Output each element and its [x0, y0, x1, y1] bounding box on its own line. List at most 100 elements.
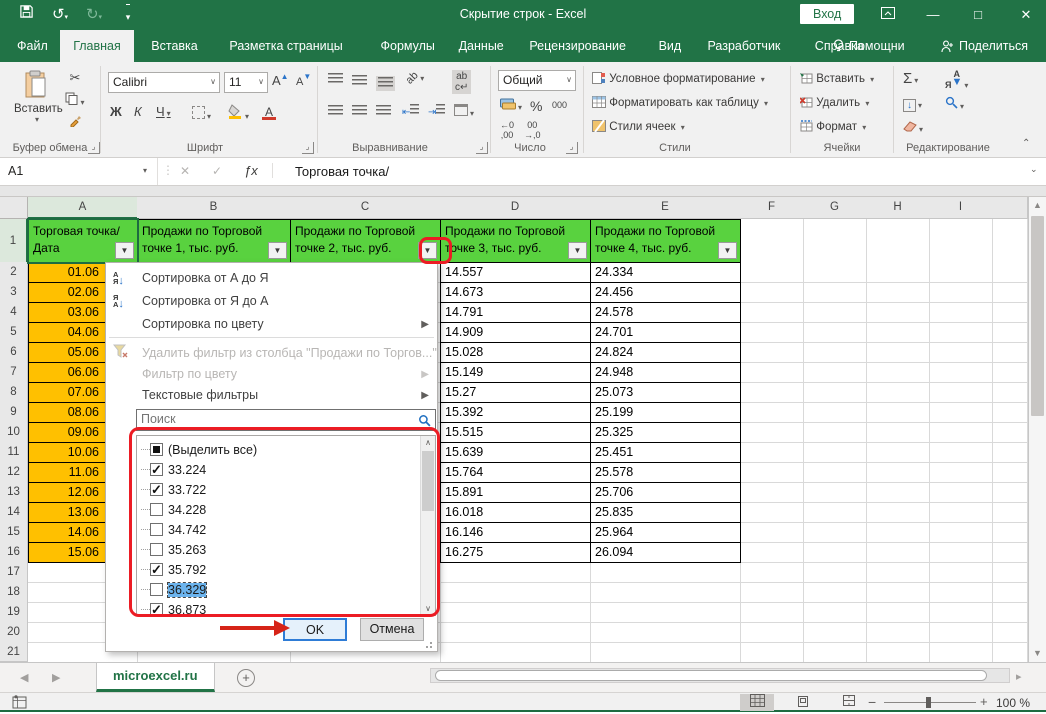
column-header-F[interactable]: F [740, 197, 804, 219]
data-cell-E8[interactable]: 25.073 [590, 382, 741, 403]
row-header-20[interactable]: 20 [0, 622, 28, 643]
row-header-21[interactable]: 21 [0, 642, 28, 662]
data-cell-E11[interactable]: 25.451 [590, 442, 741, 463]
filter-list-item[interactable]: 36.329 [141, 580, 421, 600]
formula-bar-splitter[interactable]: ⋮ [162, 163, 174, 177]
percent-style-icon[interactable]: % [530, 98, 542, 114]
column-header-A[interactable]: A [28, 197, 138, 219]
sign-in-button[interactable]: Вход [800, 4, 854, 24]
tab-данные[interactable]: Данные [446, 30, 517, 62]
row-header-15[interactable]: 15 [0, 522, 28, 543]
merge-center-icon[interactable]: ▾ [454, 104, 474, 119]
tab-разметка-страницы[interactable]: Разметка страницы [216, 30, 355, 62]
row-header-10[interactable]: 10 [0, 422, 28, 443]
tab-формулы[interactable]: Формулы [368, 30, 448, 62]
next-sheet-icon[interactable]: ▶ [52, 671, 60, 684]
delete-cells-button[interactable]: Удалить ▾ [800, 96, 869, 109]
data-cell-D6[interactable]: 15.028 [440, 342, 591, 363]
align-top-icon[interactable] [328, 72, 343, 87]
menu-item-4[interactable]: Фильтр по цвету▶ [106, 363, 437, 386]
bold-button[interactable]: Ж [110, 104, 122, 119]
add-sheet-icon[interactable]: + [237, 669, 255, 687]
checkbox-icon[interactable] [150, 443, 163, 456]
row-header-8[interactable]: 8 [0, 382, 28, 403]
decrease-indent-icon[interactable]: ⇤ [402, 104, 419, 118]
list-scroll-down-icon[interactable]: ∨ [421, 600, 435, 616]
data-cell-E2[interactable]: 24.334 [590, 262, 741, 283]
menu-item-0[interactable]: АЯ↓Сортировка от А до Я [106, 267, 437, 290]
tab-главная[interactable]: Главная [60, 30, 134, 62]
clipboard-dialog-launcher[interactable]: ⌟ [88, 142, 100, 154]
list-scroll-up-icon[interactable]: ∧ [421, 435, 435, 451]
vertical-scrollbar[interactable]: ▲ ▼ [1028, 197, 1046, 662]
row-header-4[interactable]: 4 [0, 302, 28, 323]
row-header-6[interactable]: 6 [0, 342, 28, 363]
number-dialog-launcher[interactable]: ⌟ [566, 142, 578, 154]
data-cell-E9[interactable]: 25.199 [590, 402, 741, 423]
data-cell-D12[interactable]: 15.764 [440, 462, 591, 483]
format-as-table-button[interactable]: Форматировать как таблицу ▾ [592, 96, 768, 109]
column-header-D[interactable]: D [440, 197, 591, 219]
alignment-dialog-launcher[interactable]: ⌟ [476, 142, 488, 154]
row-header-13[interactable]: 13 [0, 482, 28, 503]
format-painter-icon[interactable] [64, 114, 86, 130]
cancel-button[interactable]: Отмена [360, 618, 424, 641]
find-select-icon[interactable]: ▾ [945, 96, 964, 112]
select-all-corner[interactable] [0, 197, 28, 219]
data-cell-D11[interactable]: 15.639 [440, 442, 591, 463]
column-header-H[interactable]: H [866, 197, 930, 219]
page-break-view-button[interactable] [832, 694, 866, 711]
data-cell-D8[interactable]: 15.27 [440, 382, 591, 403]
borders-icon[interactable]: ▾ [192, 106, 211, 122]
hscroll-right-icon[interactable]: ▸ [1016, 670, 1022, 683]
row-header-1[interactable]: 1 [0, 219, 28, 263]
data-cell-E3[interactable]: 24.456 [590, 282, 741, 303]
font-size-select[interactable]: 11∨ [224, 72, 268, 93]
checkbox-icon[interactable]: ✓ [150, 603, 163, 616]
increase-decimal-icon[interactable]: ←0,00 [500, 120, 514, 140]
tab-вставка[interactable]: Вставка [138, 30, 210, 62]
row-header-17[interactable]: 17 [0, 562, 28, 583]
filter-search-input[interactable] [137, 410, 407, 428]
clear-icon[interactable]: ▾ [903, 120, 923, 135]
scroll-down-icon[interactable]: ▼ [1029, 645, 1046, 662]
row-header-18[interactable]: 18 [0, 582, 28, 603]
tab-разработчик[interactable]: Разработчик [695, 30, 794, 62]
filter-dropdown-B-icon[interactable]: ▼ [268, 242, 287, 259]
data-cell-D3[interactable]: 14.673 [440, 282, 591, 303]
data-cell-D10[interactable]: 15.515 [440, 422, 591, 443]
resize-grip[interactable] [425, 639, 435, 649]
menu-item-3[interactable]: Удалить фильтр из столбца "Продажи по То… [106, 342, 437, 365]
horizontal-scroll-thumb[interactable] [435, 670, 987, 681]
data-cell-E16[interactable]: 26.094 [590, 542, 741, 563]
zoom-slider-thumb[interactable] [926, 697, 931, 708]
ok-button[interactable]: OK [283, 618, 347, 641]
filter-list-item[interactable]: ✓36.873 [141, 600, 421, 616]
align-left-icon[interactable] [328, 104, 343, 119]
data-cell-E13[interactable]: 25.706 [590, 482, 741, 503]
filter-list-scrollbar[interactable]: ∧ ∨ [420, 436, 435, 615]
checkbox-icon[interactable]: ✓ [150, 463, 163, 476]
row-header-16[interactable]: 16 [0, 542, 28, 563]
data-cell-D15[interactable]: 16.146 [440, 522, 591, 543]
checkbox-icon[interactable] [150, 503, 163, 516]
page-layout-view-button[interactable] [786, 694, 820, 711]
checkbox-icon[interactable] [150, 543, 163, 556]
insert-cells-button[interactable]: Вставить ▾ [800, 72, 874, 85]
grow-font-icon[interactable]: А▲ [272, 72, 289, 88]
filter-list-item[interactable]: ✓33.224 [141, 460, 421, 480]
expand-formula-bar-icon[interactable]: ⌄ [1030, 164, 1038, 175]
filter-list-item[interactable]: (Выделить все) [141, 440, 421, 460]
orientation-icon[interactable]: ab▾ [406, 72, 424, 84]
comma-style-icon[interactable]: 000 [552, 100, 567, 110]
filter-search-box[interactable] [136, 409, 436, 431]
autosum-icon[interactable]: Σ▾ [903, 70, 918, 87]
vertical-scroll-thumb[interactable] [1031, 216, 1044, 416]
font-name-select[interactable]: Calibri∨ [108, 72, 220, 93]
decrease-decimal-icon[interactable]: 00→,0 [524, 120, 541, 140]
checkbox-icon[interactable]: ✓ [150, 483, 163, 496]
filter-list-item[interactable]: 34.228 [141, 500, 421, 520]
row-header-11[interactable]: 11 [0, 442, 28, 463]
checkbox-icon[interactable] [150, 583, 163, 596]
sort-filter-icon[interactable]: АЯ▼▾ [945, 70, 968, 90]
